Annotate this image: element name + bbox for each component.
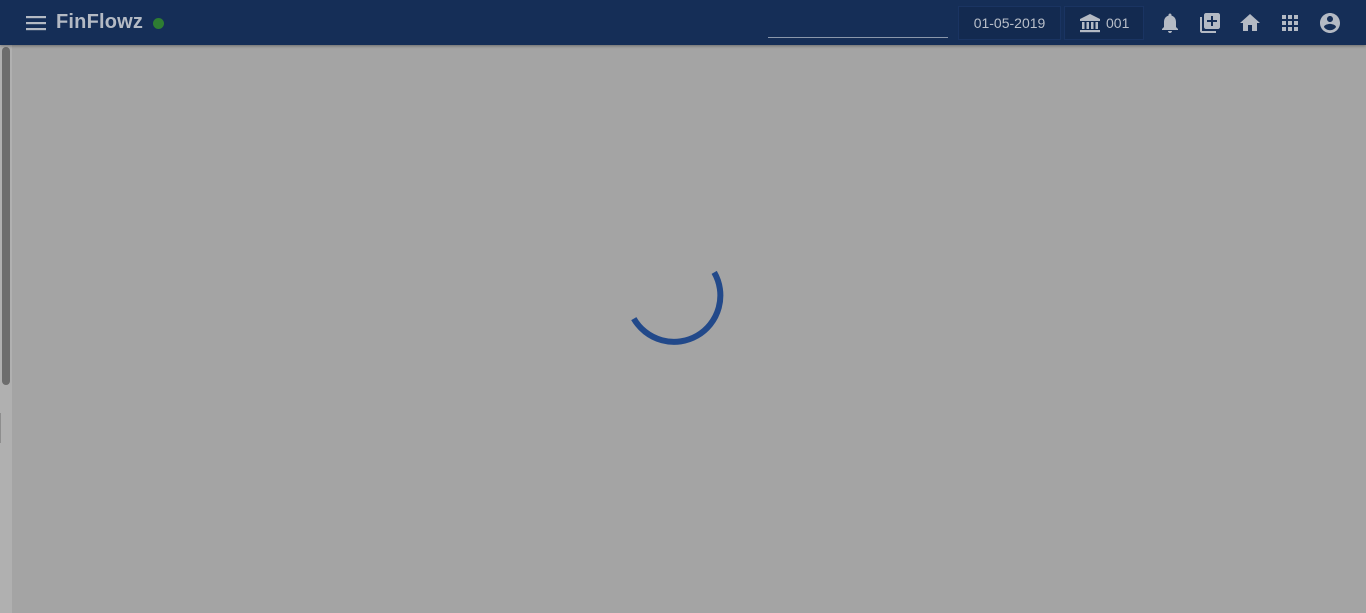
apps-icon[interactable] <box>1278 11 1302 35</box>
branch-code: 001 <box>1106 15 1130 31</box>
home-icon[interactable] <box>1238 11 1262 35</box>
branch-selector[interactable]: 001 <box>1064 6 1144 40</box>
notifications-icon[interactable] <box>1158 11 1182 35</box>
loading-spinner <box>630 265 736 361</box>
search-input[interactable] <box>768 8 948 38</box>
add-box-icon[interactable] <box>1198 11 1222 35</box>
top-app-bar: FinFlowz 01-05-2019 001 <box>0 0 1366 45</box>
menu-icon[interactable] <box>24 12 48 34</box>
business-date[interactable]: 01-05-2019 <box>958 6 1061 40</box>
status-indicator <box>153 18 164 29</box>
app-title: FinFlowz <box>56 11 144 33</box>
side-panel-edge <box>0 413 1 443</box>
scrollbar-thumb[interactable] <box>2 47 10 385</box>
bank-icon <box>1079 13 1101 33</box>
account-circle-icon[interactable] <box>1318 11 1342 35</box>
